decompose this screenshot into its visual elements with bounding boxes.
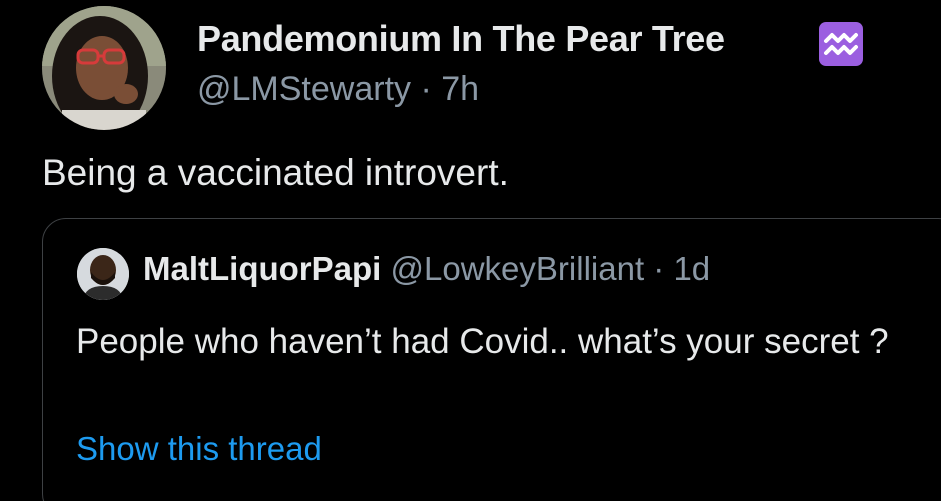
author-avatar-image [42,6,166,130]
tweet-text: Being a vaccinated introvert. [42,152,509,193]
show-thread-link[interactable]: Show this thread [76,430,322,468]
aquarius-icon [819,22,863,66]
quoted-tweet-text: People who haven’t had Covid.. what’s yo… [76,322,889,361]
quoted-tweet-timestamp[interactable]: 1d [673,250,710,287]
meta-separator: · [420,70,432,108]
author-avatar[interactable] [42,6,166,130]
tweet-meta: @LMStewarty · 7h [197,70,479,109]
author-display-name[interactable]: Pandemonium In The Pear Tree [197,18,725,60]
quoted-author-avatar[interactable] [77,248,129,300]
tweet-timestamp[interactable]: 7h [441,70,479,108]
quoted-author-avatar-image [77,248,129,300]
author-handle[interactable]: @LMStewarty [197,70,411,108]
quoted-author-handle[interactable]: @LowkeyBrilliant [391,250,645,287]
quoted-author-display-name[interactable]: MaltLiquorPapi [143,250,381,287]
quoted-tweet-header: MaltLiquorPapi @LowkeyBrilliant · 1d [143,250,710,288]
quoted-meta-separator: · [653,250,665,287]
tweet: Pandemonium In The Pear Tree @LMStewarty… [0,0,941,501]
